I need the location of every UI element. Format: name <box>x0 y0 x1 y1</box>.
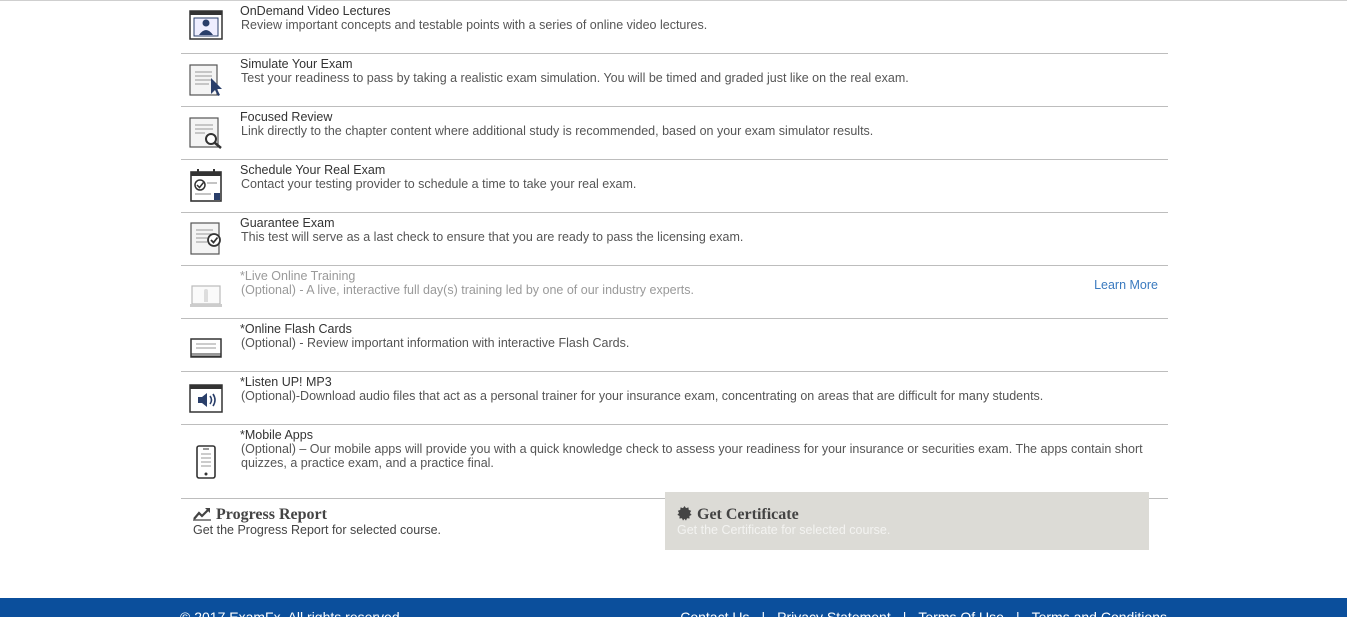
footer-links: Contact Us | Privacy Statement | Terms Of Us… <box>680 609 1167 617</box>
get-certificate-card: Get Certificate Get the Certificate for … <box>665 492 1149 550</box>
exam-simulator-icon <box>189 64 222 96</box>
item-description: This test will serve as a last check to … <box>241 230 744 244</box>
checked-document-icon <box>190 222 221 255</box>
item-title[interactable]: *Listen UP! MP3 <box>240 375 332 389</box>
item-description: Review important concepts and testable p… <box>241 18 708 32</box>
get-certificate-description: Get the Certificate for selected course. <box>677 523 891 537</box>
footer-link-terms-conditions[interactable]: Terms and Conditions <box>1032 609 1167 617</box>
footer-link-contact[interactable]: Contact Us <box>680 609 749 617</box>
copyright-text: © 2017 ExamFx. All rights reserved. <box>180 609 404 617</box>
item-title[interactable]: *Mobile Apps <box>240 428 313 442</box>
item-title[interactable]: Schedule Your Real Exam <box>240 163 385 177</box>
progress-report-description: Get the Progress Report for selected cou… <box>193 523 442 537</box>
list-item-flash-cards[interactable]: *Online Flash Cards (Optional) - Review … <box>181 319 1168 372</box>
get-certificate-label: Get Certificate <box>697 506 799 523</box>
footer-separator: | <box>761 609 766 617</box>
calendar-check-icon <box>190 169 222 202</box>
list-item-guarantee-exam[interactable]: Guarantee Exam This test will serve as a… <box>181 213 1168 266</box>
mobile-phone-icon <box>196 445 216 479</box>
footer-link-terms-of-use[interactable]: Terms Of Use <box>918 609 1004 617</box>
flash-cards-icon <box>190 338 222 358</box>
course-tools-list: OnDemand Video Lectures Review important… <box>181 1 1168 499</box>
item-title[interactable]: Guarantee Exam <box>240 216 335 230</box>
list-item-listen-up-mp3[interactable]: *Listen UP! MP3 (Optional)-Download audi… <box>181 372 1168 425</box>
get-certificate-title: Get Certificate <box>677 506 799 524</box>
trend-chart-icon <box>193 508 211 521</box>
course-actions: Progress Report Get the Progress Report … <box>181 492 1168 550</box>
list-item-schedule-exam[interactable]: Schedule Your Real Exam Contact your tes… <box>181 160 1168 213</box>
footer-link-privacy[interactable]: Privacy Statement <box>777 609 891 617</box>
footer-separator: | <box>1015 609 1020 617</box>
learn-more-link[interactable]: Learn More <box>1094 278 1158 292</box>
item-description: (Optional) – Our mobile apps will provid… <box>241 442 1143 470</box>
list-item-video-lectures[interactable]: OnDemand Video Lectures Review important… <box>181 1 1168 54</box>
site-footer: © 2017 ExamFx. All rights reserved. Cont… <box>0 598 1347 617</box>
list-item-simulate-exam[interactable]: Simulate Your Exam Test your readiness t… <box>181 54 1168 107</box>
item-description: (Optional)-Download audio files that act… <box>241 389 1044 403</box>
progress-report-label: Progress Report <box>216 506 327 523</box>
item-title[interactable]: Focused Review <box>240 110 332 124</box>
audio-speaker-icon <box>189 384 223 413</box>
item-title[interactable]: *Online Flash Cards <box>240 322 352 336</box>
item-title[interactable]: Simulate Your Exam <box>240 57 353 71</box>
item-description: (Optional) - A live, interactive full da… <box>241 283 694 297</box>
list-item-focused-review[interactable]: Focused Review Link directly to the chap… <box>181 107 1168 160</box>
list-item-mobile-apps[interactable]: *Mobile Apps (Optional) – Our mobile app… <box>181 425 1168 499</box>
item-description: Test your readiness to pass by taking a … <box>241 71 909 85</box>
list-item-live-training: *Live Online Training (Optional) - A liv… <box>181 266 1168 319</box>
item-title[interactable]: OnDemand Video Lectures <box>240 4 391 18</box>
item-title: *Live Online Training <box>240 269 356 283</box>
laptop-training-icon <box>190 285 222 307</box>
footer-separator: | <box>902 609 907 617</box>
progress-report-card[interactable]: Progress Report Get the Progress Report … <box>181 492 665 550</box>
item-description: Link directly to the chapter content whe… <box>241 124 874 138</box>
progress-report-title[interactable]: Progress Report <box>193 506 327 524</box>
video-lecture-icon <box>189 10 223 40</box>
certificate-seal-icon <box>677 506 692 521</box>
magnifier-document-icon <box>189 117 222 149</box>
item-description: Contact your testing provider to schedul… <box>241 177 637 191</box>
item-description: (Optional) - Review important informatio… <box>241 336 630 350</box>
